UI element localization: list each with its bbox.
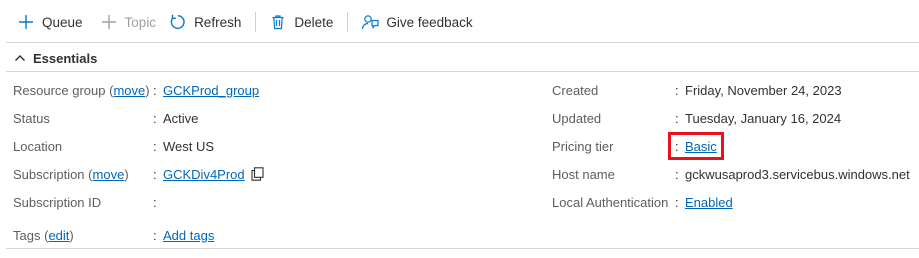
plus-icon [99,12,119,32]
location-value: West US [163,138,215,154]
refresh-icon [168,12,188,32]
colon: : [675,110,679,126]
toolbar-divider [255,12,257,32]
created-value: Friday, November 24, 2023 [685,82,842,98]
paren: ) [69,227,74,243]
add-topic-label: Topic [124,14,157,30]
feedback-icon [360,12,380,32]
chevron-up-icon [14,51,28,65]
add-queue-label: Queue [42,14,83,30]
move-subscription-link[interactable]: move [93,167,125,182]
tags-label: Tags [13,227,41,243]
resource-group-row: Resource group (move) [13,80,150,100]
status-value: Active [163,110,199,126]
colon: : [675,194,679,210]
subscription-id-label: Subscription ID [13,194,102,210]
colon: : [153,138,157,154]
paren: ) [145,82,150,98]
resource-group-label: Resource group [13,82,106,98]
paren: ) [124,166,129,182]
location-row: Location [13,136,62,156]
resource-group-link[interactable]: GCKProd_group [163,83,259,98]
give-feedback-label: Give feedback [386,14,473,30]
colon: : [153,166,157,182]
delete-button[interactable]: Delete [266,0,339,44]
colon: : [675,166,679,182]
subscription-value-row: GCKDiv4Prod [163,164,265,184]
subscription-id-row: Subscription ID [13,192,101,212]
colon: : [153,110,157,126]
local-authentication-label: Local Authentication [552,194,669,210]
trash-icon [268,12,288,32]
subscription-link[interactable]: GCKDiv4Prod [163,167,245,182]
local-authentication-value-row: Enabled [685,192,733,212]
divider [6,42,919,43]
host-name-label: Host name [552,166,615,182]
colon: : [153,82,157,98]
edit-tags-link[interactable]: edit [48,228,69,243]
status-label: Status [13,110,50,126]
toolbar-divider [347,12,349,32]
add-queue-button[interactable]: Queue [14,0,89,44]
colon: : [153,227,157,243]
updated-label: Updated [552,110,602,126]
divider [6,248,919,249]
colon: : [675,82,679,98]
location-label: Location [13,138,63,154]
add-topic-button[interactable]: Topic [97,0,163,44]
host-name-value: gckwusaprod3.servicebus.windows.net [685,166,910,182]
pricing-tier-label: Pricing tier [552,138,614,154]
status-row: Status [13,108,50,128]
created-label: Created [552,82,599,98]
updated-value: Tuesday, January 16, 2024 [685,110,842,126]
essentials-toggle[interactable]: Essentials [14,47,97,69]
subscription-row: Subscription (move) [13,164,129,184]
tags-row: Tags (edit) [13,225,74,245]
move-resource-group-link[interactable]: move [113,83,145,98]
add-tags-link[interactable]: Add tags [163,228,214,243]
plus-icon [16,12,36,32]
resource-group-value-row: GCKProd_group [163,80,259,100]
give-feedback-button[interactable]: Give feedback [358,0,478,44]
colon: : [153,194,157,210]
divider [6,71,919,72]
refresh-label: Refresh [194,14,242,30]
local-authentication-link[interactable]: Enabled [685,195,733,210]
subscription-label: Subscription [13,166,85,182]
delete-label: Delete [294,14,334,30]
command-bar: Queue Topic Refresh Delete Give feedback [0,0,919,44]
highlight-box [668,132,724,160]
tags-value-row: Add tags [163,225,214,245]
essentials-title: Essentials [33,50,98,66]
refresh-button[interactable]: Refresh [166,0,247,44]
copy-icon[interactable] [251,167,265,181]
